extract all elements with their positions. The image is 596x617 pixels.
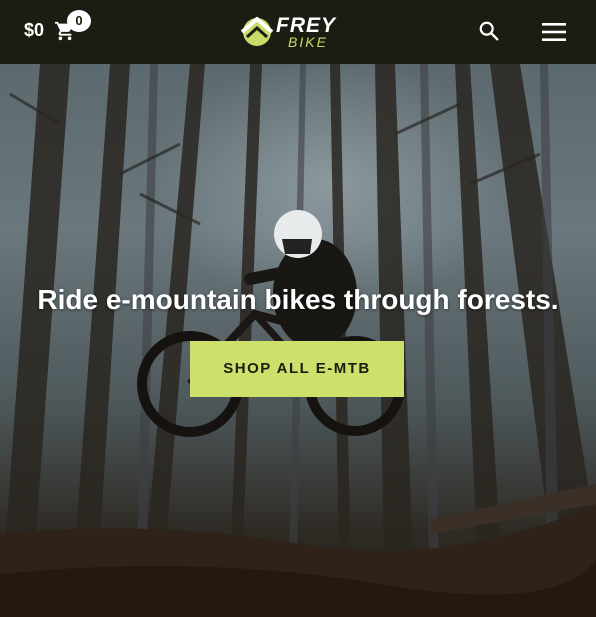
hero-headline: Ride e-mountain bikes through forests. (37, 284, 559, 315)
frey-bike-logo[interactable]: FREY BIKE (240, 13, 356, 51)
hamburger-menu-icon[interactable] (542, 23, 566, 41)
cart-total[interactable]: $0 (24, 20, 44, 41)
hero-banner: Ride e-mountain bikes through forests. S… (0, 64, 596, 617)
search-icon[interactable] (478, 20, 500, 42)
shop-all-emtb-button[interactable]: SHOP ALL E-MTB (190, 341, 404, 397)
site-header: $0 0 FREY BIKE (0, 0, 596, 64)
logo-text-secondary: BIKE (288, 34, 328, 50)
logo-mountain-icon (240, 17, 274, 46)
cart-count-badge: 0 (67, 10, 91, 32)
